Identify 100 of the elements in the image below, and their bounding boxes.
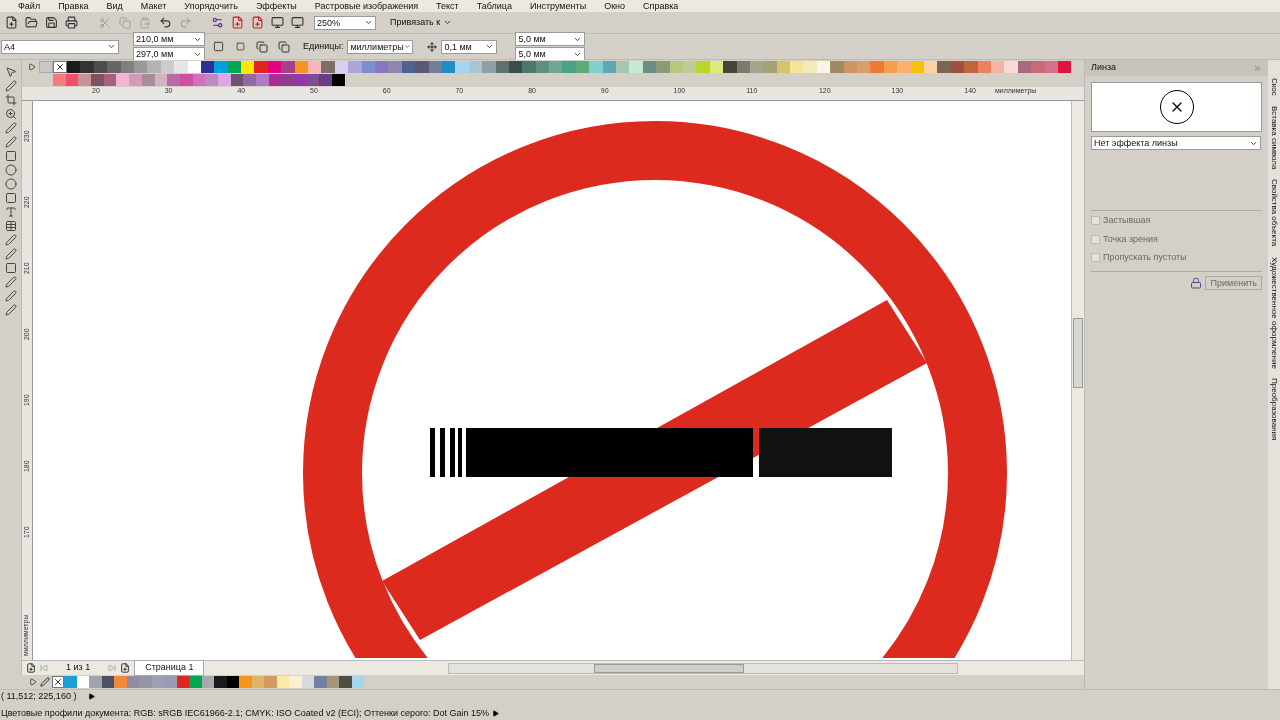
tool-icon[interactable]: [4, 164, 17, 176]
tool-icon[interactable]: [4, 262, 17, 274]
print-icon[interactable]: [62, 13, 80, 32]
color-swatch[interactable]: [830, 61, 844, 73]
expand-icon[interactable]: [88, 692, 96, 700]
color-swatch[interactable]: [790, 61, 804, 73]
color-swatch[interactable]: [964, 61, 978, 73]
no-color-icon[interactable]: [53, 61, 67, 73]
color-swatch[interactable]: [189, 676, 202, 688]
palette-menu-icon[interactable]: [28, 63, 36, 71]
color-swatch[interactable]: [562, 61, 576, 73]
color-swatch[interactable]: [415, 61, 429, 73]
lens-type-dropdown[interactable]: Нет эффекта линзы: [1091, 136, 1261, 150]
palette-menu-icon[interactable]: [29, 678, 37, 686]
tool-icon[interactable]: [4, 304, 17, 316]
color-swatch[interactable]: [897, 61, 911, 73]
color-swatch[interactable]: [332, 74, 345, 86]
color-swatch[interactable]: [937, 61, 951, 73]
vertical-scrollbar[interactable]: [1071, 101, 1084, 660]
color-swatch[interactable]: [91, 74, 104, 86]
lock-icon[interactable]: [1190, 276, 1203, 289]
color-swatch[interactable]: [549, 61, 563, 73]
units-dropdown[interactable]: миллиметры: [347, 39, 414, 54]
color-swatch[interactable]: [241, 61, 255, 73]
tool-icon[interactable]: [4, 248, 17, 260]
menu-item[interactable]: Инструменты: [530, 1, 587, 11]
add-page-icon[interactable]: [26, 663, 36, 673]
color-swatch[interactable]: [174, 61, 188, 73]
docker-tab[interactable]: Художественное оформление: [1268, 256, 1280, 369]
color-swatch[interactable]: [857, 61, 871, 73]
tool-icon[interactable]: [4, 136, 17, 148]
color-swatch[interactable]: [522, 61, 536, 73]
scrollbar-thumb[interactable]: [594, 663, 745, 673]
menu-item[interactable]: Макет: [140, 1, 167, 11]
menu-item[interactable]: Вид: [106, 1, 123, 11]
color-swatch[interactable]: [589, 61, 603, 73]
tool-icon[interactable]: [4, 94, 17, 106]
color-swatch[interactable]: [281, 61, 295, 73]
tool-icon[interactable]: [4, 276, 17, 288]
page-width-field[interactable]: 210,0 мм: [133, 32, 205, 46]
color-swatch[interactable]: [319, 74, 333, 86]
color-swatch[interactable]: [321, 61, 335, 73]
zoom-dropdown[interactable]: 250%: [314, 15, 376, 30]
tool-icon[interactable]: [4, 290, 17, 302]
color-swatch[interactable]: [64, 676, 77, 688]
color-swatch[interactable]: [129, 74, 142, 86]
menu-item[interactable]: Файл: [18, 1, 41, 11]
color-swatch[interactable]: [870, 61, 884, 73]
docker-tab[interactable]: Вставка символа: [1268, 105, 1280, 170]
collapse-icon[interactable]: [1253, 63, 1262, 73]
color-swatch[interactable]: [281, 74, 295, 86]
duplicate-y-field[interactable]: 5,0 мм: [515, 47, 586, 61]
menu-item[interactable]: Таблица: [476, 1, 512, 11]
color-swatch[interactable]: [388, 61, 402, 73]
docker-tab[interactable]: Преобразования: [1268, 378, 1280, 441]
docker-tab[interactable]: Свойства объекта: [1268, 179, 1280, 247]
tool-icon[interactable]: [4, 122, 17, 134]
color-swatch[interactable]: [239, 676, 252, 688]
color-swatch[interactable]: [763, 61, 777, 73]
color-swatch[interactable]: [78, 74, 92, 86]
scrollbar-thumb[interactable]: [1073, 318, 1083, 388]
tool-icon[interactable]: [4, 206, 17, 218]
menu-item[interactable]: Справка: [643, 1, 679, 11]
no-color-icon[interactable]: [52, 676, 64, 688]
color-swatch[interactable]: [205, 74, 218, 86]
color-swatch[interactable]: [339, 676, 352, 688]
color-swatch[interactable]: [1031, 61, 1045, 73]
color-swatch[interactable]: [67, 61, 81, 73]
color-swatch[interactable]: [254, 61, 268, 73]
color-swatch[interactable]: [214, 676, 227, 688]
color-swatch[interactable]: [314, 676, 327, 688]
tool-icon[interactable]: [4, 66, 17, 78]
color-swatch[interactable]: [616, 61, 630, 73]
color-swatch[interactable]: [656, 61, 670, 73]
color-swatch[interactable]: [696, 61, 710, 73]
tool-icon[interactable]: [4, 234, 17, 246]
color-swatch[interactable]: [167, 74, 180, 86]
menu-item[interactable]: Эффекты: [255, 1, 297, 11]
color-swatch[interactable]: [289, 676, 302, 688]
color-swatch[interactable]: [723, 61, 737, 73]
color-swatch[interactable]: [80, 61, 94, 73]
color-swatch[interactable]: [147, 61, 161, 73]
menu-item[interactable]: Растровые изображения: [314, 1, 419, 11]
tool-icon[interactable]: [4, 220, 17, 232]
color-swatch[interactable]: [308, 61, 322, 73]
add-page-icon[interactable]: [120, 663, 131, 673]
tool-icon[interactable]: [4, 150, 17, 162]
color-swatch[interactable]: [803, 61, 817, 73]
menu-item[interactable]: Текст: [436, 1, 459, 11]
color-swatch[interactable]: [114, 676, 127, 688]
eyedropper-icon[interactable]: [40, 677, 50, 687]
menu-item[interactable]: Упорядочить: [184, 1, 238, 11]
color-swatch[interactable]: [243, 74, 256, 86]
color-swatch[interactable]: [1004, 61, 1018, 73]
tool-icon[interactable]: [4, 178, 17, 190]
horizontal-scrollbar[interactable]: [448, 662, 959, 674]
snap-to-button[interactable]: Привязать к: [390, 15, 453, 30]
page-height-field[interactable]: 297,0 мм: [133, 47, 205, 61]
duplicate-x-field[interactable]: 5,0 мм: [515, 32, 586, 46]
menu-item[interactable]: Окно: [604, 1, 626, 11]
